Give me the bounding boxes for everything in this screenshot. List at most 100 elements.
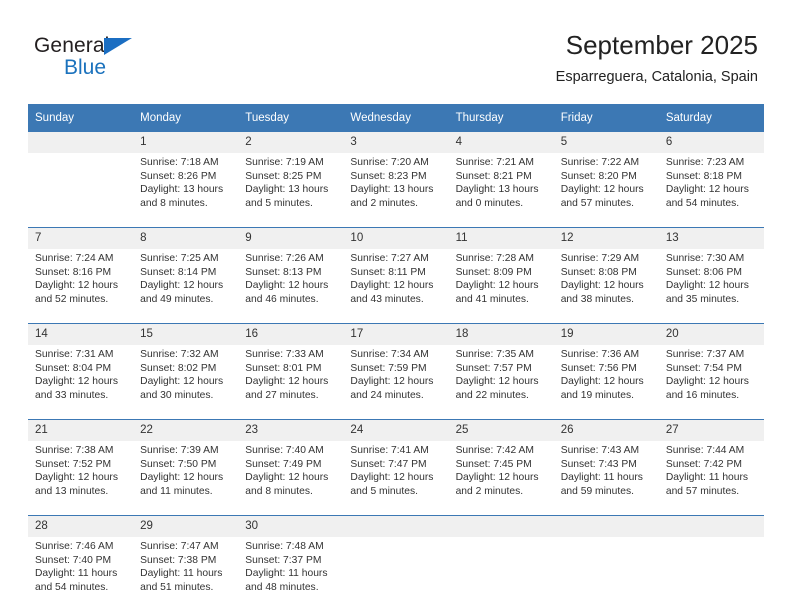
week-number-row: 123456 — [28, 132, 764, 153]
sunset-text: Sunset: 7:50 PM — [140, 458, 217, 470]
day-cell-details[interactable]: Sunrise: 7:26 AM Sunset: 8:13 PM Daylight:… — [238, 249, 344, 324]
sunrise-text: Sunrise: 7:32 AM — [140, 349, 219, 360]
daylight-text-line1: Daylight: 12 hours — [245, 472, 329, 484]
sunrise-text: Sunrise: 7:46 AM — [35, 541, 114, 552]
day-number[interactable]: 22 — [133, 419, 239, 441]
weekday-header-saturday: Saturday — [658, 104, 764, 132]
calendar-table: Sunday Monday Tuesday Wednesday Thursday… — [28, 104, 764, 611]
day-number[interactable]: 15 — [133, 323, 239, 345]
day-cell-empty — [448, 537, 554, 611]
sunset-text: Sunset: 8:26 PM — [140, 170, 217, 182]
day-cell-details[interactable]: Sunrise: 7:28 AM Sunset: 8:09 PM Daylight:… — [448, 249, 554, 324]
sunset-text: Sunset: 8:25 PM — [245, 170, 322, 182]
day-cell-details[interactable]: Sunrise: 7:20 AM Sunset: 8:23 PM Daylight:… — [343, 153, 449, 228]
day-number[interactable]: 18 — [448, 323, 554, 345]
logo-triangle-icon — [104, 38, 132, 55]
day-cell-details[interactable]: Sunrise: 7:27 AM Sunset: 8:11 PM Daylight:… — [343, 249, 449, 324]
day-cell-details[interactable]: Sunrise: 7:36 AM Sunset: 7:56 PM Daylight:… — [553, 345, 659, 420]
daylight-text-line2: and 16 minutes. — [665, 389, 740, 401]
day-number[interactable]: 5 — [553, 132, 659, 153]
sunset-text: Sunset: 8:14 PM — [140, 266, 217, 278]
sunrise-text: Sunrise: 7:18 AM — [140, 157, 219, 168]
day-number[interactable]: 26 — [553, 419, 659, 441]
day-cell-details[interactable]: Sunrise: 7:33 AM Sunset: 8:01 PM Daylight:… — [238, 345, 344, 420]
sunrise-text: Sunrise: 7:41 AM — [350, 445, 429, 456]
day-number[interactable]: 17 — [343, 323, 449, 345]
day-cell-details[interactable]: Sunrise: 7:41 AM Sunset: 7:47 PM Daylight:… — [343, 441, 449, 516]
daylight-text-line2: and 41 minutes. — [455, 293, 529, 305]
day-number[interactable]: 8 — [133, 227, 239, 249]
daylight-text-line1: Daylight: 13 hours — [350, 184, 434, 196]
day-number[interactable]: 9 — [238, 227, 344, 249]
day-cell-details[interactable]: Sunrise: 7:32 AM Sunset: 8:02 PM Daylight:… — [133, 345, 239, 420]
day-number[interactable]: 14 — [28, 323, 134, 345]
daylight-text-line1: Daylight: 12 hours — [560, 376, 644, 388]
day-number[interactable]: 20 — [658, 323, 764, 345]
day-number[interactable]: 1 — [133, 132, 239, 153]
day-number[interactable]: 19 — [553, 323, 659, 345]
day-number[interactable]: 4 — [448, 132, 554, 153]
day-number-empty — [553, 515, 659, 537]
day-number[interactable]: 11 — [448, 227, 554, 249]
day-cell-details[interactable]: Sunrise: 7:21 AM Sunset: 8:21 PM Daylight:… — [448, 153, 554, 228]
day-cell-details[interactable]: Sunrise: 7:31 AM Sunset: 8:04 PM Daylight:… — [28, 345, 134, 420]
day-cell-details[interactable]: Sunrise: 7:35 AM Sunset: 7:57 PM Daylight:… — [448, 345, 554, 420]
week-detail-row: Sunrise: 7:46 AM Sunset: 7:40 PM Daylight:… — [28, 537, 764, 611]
day-cell-details[interactable]: Sunrise: 7:48 AM Sunset: 7:37 PM Daylight:… — [238, 537, 344, 611]
day-cell-details[interactable]: Sunrise: 7:24 AM Sunset: 8:16 PM Daylight:… — [28, 249, 134, 324]
sunset-text: Sunset: 7:42 PM — [665, 458, 742, 470]
page-title: September 2025 — [565, 30, 758, 60]
page-header: General Blue September 2025 Esparreguera… — [0, 0, 792, 100]
day-cell-details[interactable]: Sunrise: 7:39 AM Sunset: 7:50 PM Daylight:… — [133, 441, 239, 516]
day-number[interactable]: 3 — [343, 132, 449, 153]
sunrise-text: Sunrise: 7:27 AM — [350, 253, 429, 264]
day-number[interactable]: 6 — [658, 132, 764, 153]
weekday-header-sunday: Sunday — [28, 104, 134, 132]
day-number[interactable]: 24 — [343, 419, 449, 441]
day-number[interactable]: 28 — [28, 515, 134, 537]
day-number[interactable]: 25 — [448, 419, 554, 441]
day-cell-details[interactable]: Sunrise: 7:30 AM Sunset: 8:06 PM Daylight:… — [658, 249, 764, 324]
day-cell-details[interactable]: Sunrise: 7:34 AM Sunset: 7:59 PM Daylight:… — [343, 345, 449, 420]
day-cell-details[interactable]: Sunrise: 7:46 AM Sunset: 7:40 PM Daylight:… — [28, 537, 134, 611]
day-number[interactable]: 27 — [658, 419, 764, 441]
day-number[interactable]: 13 — [658, 227, 764, 249]
day-cell-details[interactable]: Sunrise: 7:38 AM Sunset: 7:52 PM Daylight:… — [28, 441, 134, 516]
day-cell-details[interactable]: Sunrise: 7:19 AM Sunset: 8:25 PM Daylight:… — [238, 153, 344, 228]
day-cell-details[interactable]: Sunrise: 7:25 AM Sunset: 8:14 PM Daylight:… — [133, 249, 239, 324]
day-cell-details[interactable]: Sunrise: 7:37 AM Sunset: 7:54 PM Daylight:… — [658, 345, 764, 420]
day-cell-details[interactable]: Sunrise: 7:43 AM Sunset: 7:43 PM Daylight:… — [553, 441, 659, 516]
daylight-text-line1: Daylight: 12 hours — [665, 376, 749, 388]
day-cell-details[interactable]: Sunrise: 7:44 AM Sunset: 7:42 PM Daylight:… — [658, 441, 764, 516]
day-cell-details[interactable]: Sunrise: 7:40 AM Sunset: 7:49 PM Daylight:… — [238, 441, 344, 516]
general-blue-logo[interactable]: General Blue — [34, 34, 254, 90]
day-cell-details[interactable]: Sunrise: 7:42 AM Sunset: 7:45 PM Daylight:… — [448, 441, 554, 516]
day-cell-details[interactable]: Sunrise: 7:29 AM Sunset: 8:08 PM Daylight:… — [553, 249, 659, 324]
day-number[interactable]: 21 — [28, 419, 134, 441]
daylight-text-line1: Daylight: 13 hours — [245, 184, 329, 196]
sunrise-text: Sunrise: 7:33 AM — [245, 349, 324, 360]
day-cell-empty — [553, 537, 659, 611]
daylight-text-line2: and 2 minutes. — [350, 197, 418, 209]
sunset-text: Sunset: 7:43 PM — [560, 458, 637, 470]
day-number[interactable]: 30 — [238, 515, 344, 537]
day-number[interactable]: 10 — [343, 227, 449, 249]
day-cell-details[interactable]: Sunrise: 7:18 AM Sunset: 8:26 PM Daylight:… — [133, 153, 239, 228]
day-number[interactable]: 23 — [238, 419, 344, 441]
day-cell-details[interactable]: Sunrise: 7:23 AM Sunset: 8:18 PM Daylight:… — [658, 153, 764, 228]
day-cell-details[interactable]: Sunrise: 7:22 AM Sunset: 8:20 PM Daylight:… — [553, 153, 659, 228]
sunrise-text: Sunrise: 7:34 AM — [350, 349, 429, 360]
day-number-empty — [343, 515, 449, 537]
weekday-header-monday: Monday — [133, 104, 239, 132]
sunset-text: Sunset: 8:01 PM — [245, 362, 322, 374]
sunrise-text: Sunrise: 7:47 AM — [140, 541, 219, 552]
day-number[interactable]: 12 — [553, 227, 659, 249]
sunrise-text: Sunrise: 7:23 AM — [665, 157, 745, 168]
day-number[interactable]: 2 — [238, 132, 344, 153]
sunset-text: Sunset: 7:57 PM — [455, 362, 532, 374]
sunset-text: Sunset: 7:54 PM — [665, 362, 742, 374]
day-number[interactable]: 7 — [28, 227, 134, 249]
day-cell-details[interactable]: Sunrise: 7:47 AM Sunset: 7:38 PM Daylight:… — [133, 537, 239, 611]
day-number[interactable]: 16 — [238, 323, 344, 345]
day-number[interactable]: 29 — [133, 515, 239, 537]
